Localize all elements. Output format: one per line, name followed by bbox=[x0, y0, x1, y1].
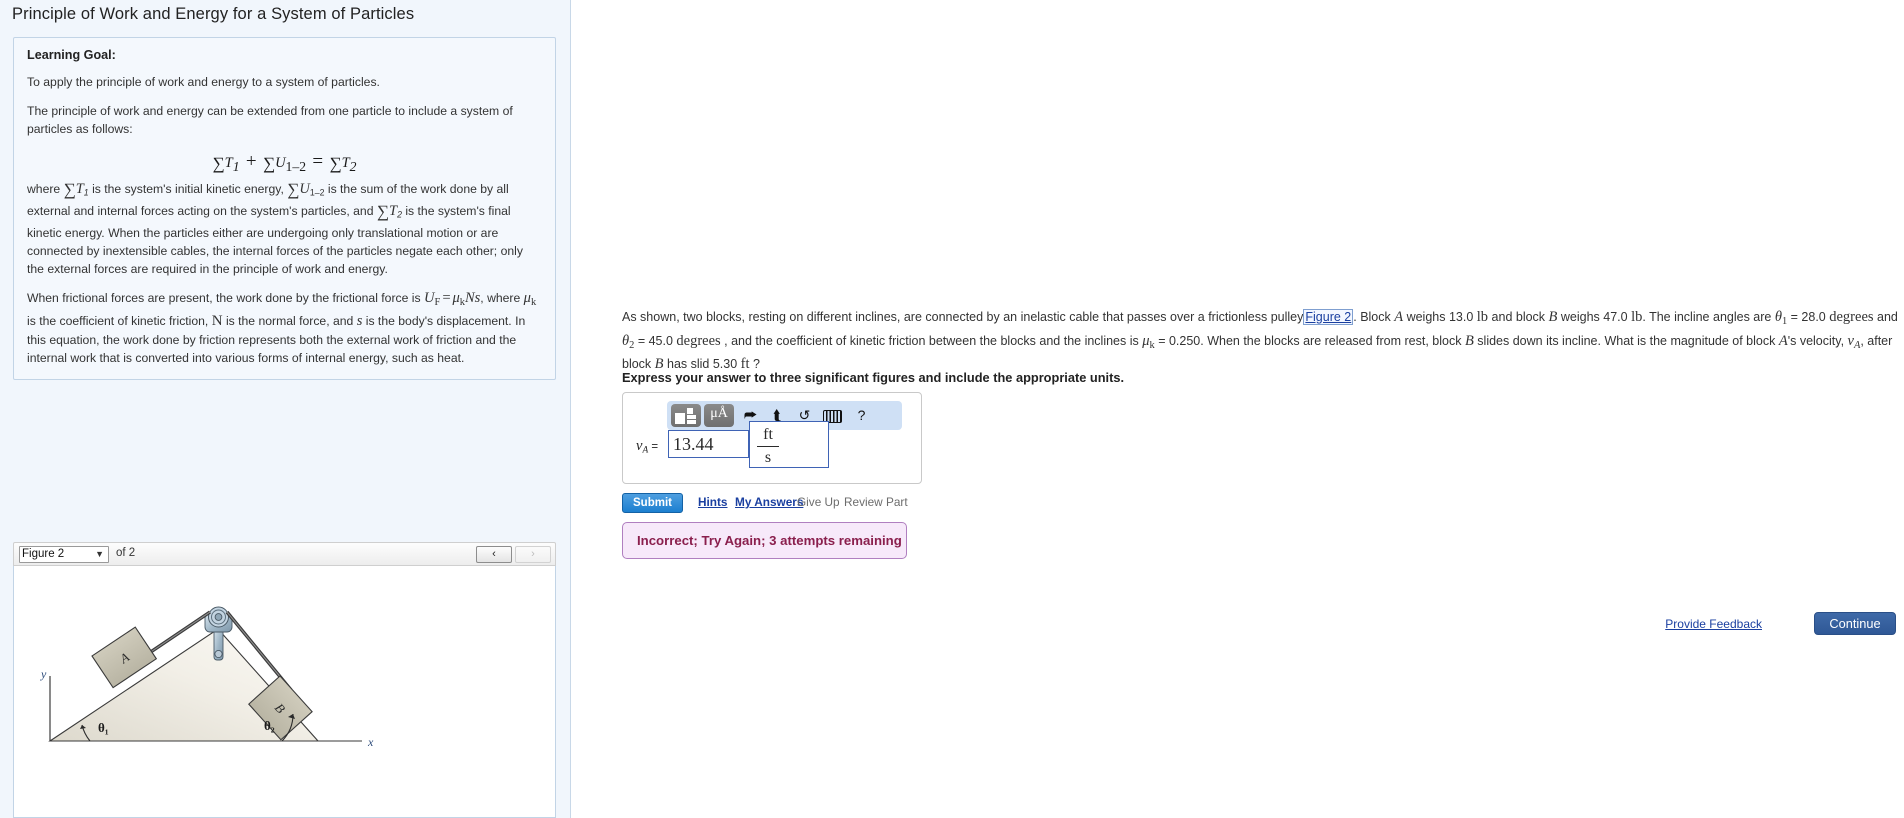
review-part-link[interactable]: Review Part bbox=[844, 495, 908, 509]
mu-k-problem-symbol: μk bbox=[1142, 332, 1155, 351]
prob-t16: ? bbox=[749, 357, 760, 372]
normal-force-symbol: N bbox=[211, 313, 223, 330]
mu-k-symbol: μk bbox=[523, 290, 537, 309]
y-axis-label: y bbox=[40, 667, 47, 681]
variable-subscript: A bbox=[642, 445, 649, 456]
problem-statement: As shown, two blocks, resting on differe… bbox=[622, 308, 1904, 374]
fric-part-4: is the normal force, and bbox=[222, 314, 357, 329]
prob-t12: slides down its incline. What is the mag… bbox=[1473, 333, 1779, 348]
friction-explanation: When frictional forces are present, the … bbox=[27, 289, 542, 367]
math-template-icon[interactable] bbox=[671, 404, 701, 427]
answer-variable-label: vA = bbox=[636, 438, 658, 456]
unit-lb-1: lb bbox=[1476, 309, 1489, 325]
x-axis-label: x bbox=[367, 735, 374, 749]
figure-canvas: A B θ₁ θ₂ y x bbox=[13, 566, 556, 818]
expl-part-1: where bbox=[27, 182, 64, 197]
unit-input[interactable]: ft s bbox=[749, 421, 829, 468]
unit-denominator: s bbox=[764, 449, 772, 466]
velocity-a-symbol: vA bbox=[1847, 332, 1861, 351]
learning-goal-box: Learning Goal: To apply the principle of… bbox=[13, 37, 556, 381]
theta2-symbol: θ2 bbox=[622, 332, 635, 351]
equals-sign: = bbox=[651, 441, 659, 453]
footer-row: Provide Feedback Continue bbox=[1371, 612, 1896, 638]
deg-word-2: degrees bbox=[676, 332, 721, 349]
prob-t3: weighs 13.0 bbox=[1403, 310, 1477, 324]
expl-part-2: is the system's initial kinetic energy, bbox=[88, 182, 288, 197]
problem-panel: As shown, two blocks, resting on differe… bbox=[571, 0, 1904, 818]
theta1-symbol: θ1 bbox=[1774, 309, 1788, 327]
prob-t13: 's velocity, bbox=[1787, 333, 1848, 348]
friction-work-equation: UF = μkNs bbox=[423, 290, 481, 309]
prob-t4: and block bbox=[1488, 310, 1549, 324]
block-b-ref-2: B bbox=[1464, 332, 1474, 349]
tutorial-panel: Principle of Work and Energy for a Syste… bbox=[0, 0, 571, 818]
figure-prev-button[interactable]: ‹ bbox=[476, 546, 512, 563]
figure-select-value: Figure 2 bbox=[22, 548, 65, 560]
prob-t2: . Block bbox=[1353, 310, 1395, 324]
prob-t11: = 0.250. When the blocks are released fr… bbox=[1154, 333, 1465, 348]
answer-input[interactable]: 13.44 bbox=[668, 430, 749, 458]
figure-select[interactable]: Figure 2 ▼ bbox=[19, 546, 109, 563]
principle-explanation: where ∑T1 is the system's initial kineti… bbox=[27, 180, 523, 277]
chevron-down-icon: ▼ bbox=[95, 549, 104, 559]
fric-part-3: is the coefficient of kinetic friction, bbox=[27, 314, 212, 329]
unit-fraction: ft s bbox=[757, 425, 779, 468]
figure-count-label: of 2 bbox=[116, 547, 136, 559]
help-icon[interactable]: ? bbox=[852, 405, 871, 425]
continue-button[interactable]: Continue bbox=[1814, 612, 1896, 635]
block-a-ref-1: A bbox=[1394, 309, 1404, 325]
give-up-link[interactable]: Give Up bbox=[797, 495, 840, 509]
hints-link[interactable]: Hints bbox=[698, 495, 728, 509]
prob-t9: = 45.0 bbox=[634, 333, 677, 348]
figure-toolbar: Figure 2 ▼ of 2 ‹ › bbox=[13, 542, 556, 566]
prob-t8: and bbox=[1873, 310, 1898, 324]
theta2-label: θ₂ bbox=[264, 718, 275, 733]
submit-button[interactable]: Submit bbox=[622, 493, 683, 513]
figure-2-link[interactable]: Figure 2 bbox=[1303, 309, 1354, 325]
learning-goal-text: To apply the principle of work and energ… bbox=[27, 75, 380, 89]
principle-intro-text: The principle of work and energy can be … bbox=[27, 104, 513, 137]
pulley-pin bbox=[214, 649, 223, 659]
block-a-ref-2: A bbox=[1778, 332, 1788, 349]
inclined-planes-diagram: A B θ₁ θ₂ y x bbox=[40, 606, 374, 749]
page-title: Principle of Work and Energy for a Syste… bbox=[12, 5, 415, 23]
work-energy-equation: ∑T1 + ∑U1–2 = ∑T2 bbox=[212, 150, 357, 174]
my-answers-link[interactable]: My Answers bbox=[735, 495, 803, 509]
prob-t10: , and the coefficient of kinetic frictio… bbox=[720, 333, 1143, 348]
prob-t1: As shown, two blocks, resting on differe… bbox=[622, 310, 1304, 324]
answer-instruction: Express your answer to three significant… bbox=[622, 370, 1125, 385]
fric-part-1: When frictional forces are present, the … bbox=[27, 291, 424, 306]
prob-t15: has slid 5.30 bbox=[663, 357, 741, 372]
unit-lb-2: lb bbox=[1631, 309, 1643, 325]
figure-next-button[interactable]: › bbox=[515, 546, 551, 563]
unit-numerator: ft bbox=[763, 426, 773, 443]
prob-t5: weighs 47.0 bbox=[1557, 310, 1632, 324]
prob-t6: . The incline angles are bbox=[1642, 310, 1775, 324]
pulley-axle bbox=[214, 613, 223, 621]
provide-feedback-link[interactable]: Provide Feedback bbox=[1665, 617, 1762, 631]
fric-part-2: , where bbox=[480, 291, 524, 306]
unit-icon-label: μÅ bbox=[710, 406, 728, 421]
unit-entry-icon[interactable]: μÅ bbox=[704, 404, 734, 427]
learning-goal-heading: Learning Goal: bbox=[27, 48, 116, 62]
deg-word-1: degrees bbox=[1829, 309, 1874, 325]
feedback-banner: Incorrect; Try Again; 3 attempts remaini… bbox=[622, 522, 907, 559]
fraction-bar bbox=[757, 446, 779, 447]
prob-t7: = 28.0 bbox=[1787, 310, 1830, 324]
theta1-label: θ₁ bbox=[98, 720, 109, 735]
answer-widget: μÅ ⮫ ⮬ ↺ ? vA = 13.44 ft s bbox=[622, 392, 922, 484]
